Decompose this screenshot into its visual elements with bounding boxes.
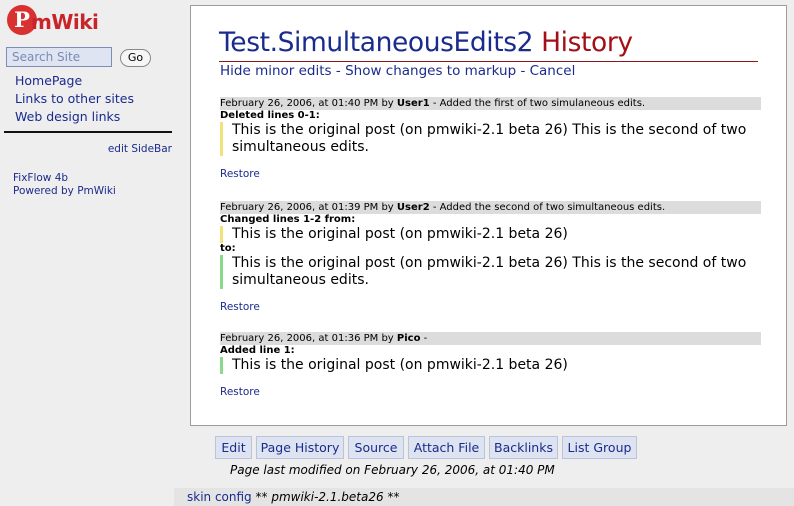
page-title: Test.SimultaneousEdits2 History <box>219 27 633 58</box>
sidebar-link-homepage[interactable]: HomePage <box>15 73 82 88</box>
page-history-button[interactable]: Page History <box>256 436 344 459</box>
diff-label: Changed lines 1-2 from: <box>220 214 356 225</box>
entry-header: February 26, 2006, at 01:39 PM by User2 … <box>220 201 761 214</box>
search-input[interactable]: Search Site <box>6 47 112 67</box>
powered-by-pmwiki-link[interactable]: Powered by PmWiki <box>13 185 116 197</box>
diff-label: Added line 1: <box>220 345 295 356</box>
entry-summary: - Added the first of two simulaneous edi… <box>432 98 646 109</box>
history-entry: February 26, 2006, at 01:36 PM by Pico -… <box>220 332 761 398</box>
entry-date: February 26, 2006, at 01:39 PM <box>220 202 379 213</box>
version-label: pmwiki-2.1.beta26 <box>271 490 384 504</box>
diff-label: Deleted lines 0-1: <box>220 110 320 121</box>
separator: - <box>335 63 341 79</box>
attach-file-button[interactable]: Attach File <box>408 436 485 459</box>
last-modified: Page last modified on February 26, 2006,… <box>230 463 555 477</box>
separator: - <box>520 63 526 79</box>
source-button[interactable]: Source <box>348 436 404 459</box>
entry-by: by <box>381 333 394 344</box>
sidebar-nav: HomePage Links to other sites Web design… <box>15 72 134 126</box>
sidebar-link-web-design-links[interactable]: Web design links <box>15 109 120 124</box>
entry-user: Pico <box>396 333 421 344</box>
backlinks-button[interactable]: Backlinks <box>489 436 558 459</box>
added-text: This is the original post (on pmwiki-2.1… <box>220 357 761 374</box>
edit-sidebar-link[interactable]: edit SideBar <box>108 143 172 155</box>
deleted-text: This is the original post (on pmwiki-2.1… <box>220 122 761 156</box>
main-content: Test.SimultaneousEdits2 History Hide min… <box>190 5 787 426</box>
show-changes-to-markup-link[interactable]: Show changes to markup <box>345 63 516 79</box>
go-button[interactable]: Go <box>120 49 151 67</box>
fixflow-link[interactable]: FixFlow 4b <box>13 172 68 184</box>
history-actions: Hide minor edits - Show changes to marku… <box>220 63 575 79</box>
entry-user: User1 <box>396 98 430 109</box>
page-name: Test.SimultaneousEdits2 <box>219 27 534 58</box>
changed-from-text: This is the original post (on pmwiki-2.1… <box>220 226 761 243</box>
page-title-suffix: History <box>541 27 633 58</box>
footer-stars: ** <box>387 490 400 504</box>
entry-summary: - <box>423 333 428 344</box>
changed-to-text: This is the original post (on pmwiki-2.1… <box>220 255 761 289</box>
cancel-link[interactable]: Cancel <box>530 63 576 79</box>
title-underline <box>219 61 758 62</box>
skin-config-link[interactable]: skin config <box>187 490 252 504</box>
restore-link[interactable]: Restore <box>220 168 761 180</box>
edit-button[interactable]: Edit <box>215 436 252 459</box>
footer-stars: ** <box>255 490 268 504</box>
logo-text: mWiki <box>31 10 99 34</box>
sidebar-footer: FixFlow 4b Powered by PmWiki <box>13 172 116 198</box>
entry-date: February 26, 2006, at 01:40 PM <box>220 98 379 109</box>
entry-user: User2 <box>396 202 430 213</box>
sidebar: P mWiki Search Site Go HomePage Links to… <box>0 0 178 490</box>
entry-header: February 26, 2006, at 01:36 PM by Pico - <box>220 332 761 345</box>
entry-header: February 26, 2006, at 01:40 PM by User1 … <box>220 97 761 110</box>
list-group-button[interactable]: List Group <box>562 436 637 459</box>
entry-date: February 26, 2006, at 01:36 PM <box>220 333 379 344</box>
entry-summary: - Added the second of two simultaneous e… <box>432 202 666 213</box>
history-entry: February 26, 2006, at 01:40 PM by User1 … <box>220 97 761 180</box>
entry-by: by <box>381 202 394 213</box>
hide-minor-edits-link[interactable]: Hide minor edits <box>220 63 332 79</box>
diff-to-label: to: <box>220 243 236 254</box>
history-entry: February 26, 2006, at 01:39 PM by User2 … <box>220 201 761 313</box>
footer-bar: skin config ** pmwiki-2.1.beta26 ** <box>174 488 794 506</box>
sidebar-link-links-to-other-sites[interactable]: Links to other sites <box>15 91 134 106</box>
entry-by: by <box>381 98 394 109</box>
restore-link[interactable]: Restore <box>220 301 761 313</box>
pmwiki-logo[interactable]: P mWiki <box>7 4 99 40</box>
restore-link[interactable]: Restore <box>220 386 761 398</box>
sidebar-divider <box>4 131 172 133</box>
